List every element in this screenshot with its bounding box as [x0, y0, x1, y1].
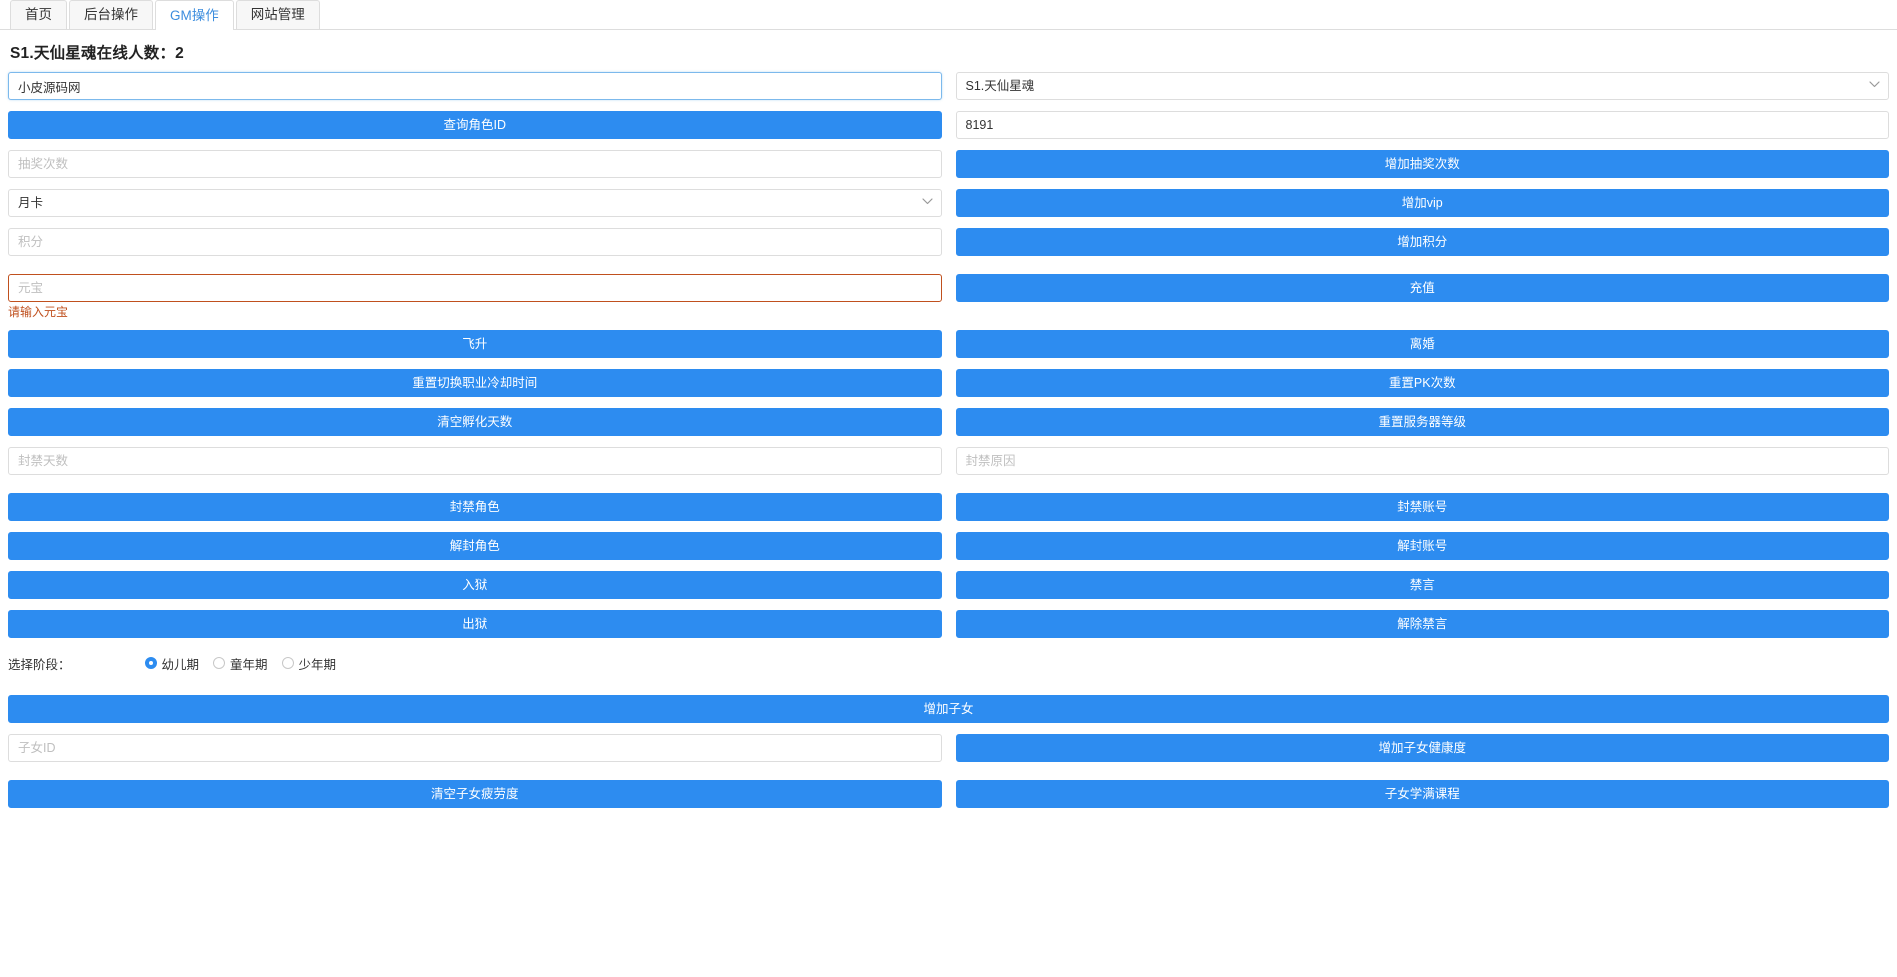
tab-site-management[interactable]: 网站管理 [235, 0, 320, 29]
row-action-clear-incubation-reset-server: 清空孵化天数 重置服务器等级 [8, 408, 1889, 436]
radio-dot-icon [144, 657, 157, 669]
recharge-button[interactable]: 充值 [955, 274, 1889, 302]
add-points-button[interactable]: 增加积分 [955, 228, 1889, 256]
row-query-role-id: 查询角色ID [8, 111, 1889, 139]
row-action-ascend-divorce: 飞升 离婚 [8, 330, 1889, 358]
page-title: S1.天仙星魂在线人数：2 [10, 45, 184, 62]
radio-dot-icon [281, 657, 294, 669]
child-id-input[interactable] [8, 734, 942, 762]
stage-group-label: 选择阶段： [8, 657, 71, 672]
child-full-course-button[interactable]: 子女学满课程 [955, 780, 1889, 808]
row-vip: 月卡 增加vip [8, 189, 1889, 217]
clear-child-fatigue-button[interactable]: 清空子女疲劳度 [8, 780, 942, 808]
add-vip-button[interactable]: 增加vip [955, 189, 1889, 217]
points-input[interactable] [8, 228, 942, 256]
ban-reason-input[interactable] [955, 447, 1889, 475]
mute-button[interactable]: 禁言 [955, 571, 1889, 599]
query-role-id-button[interactable]: 查询角色ID [8, 111, 942, 139]
row-ban-role-account: 封禁角色 封禁账号 [8, 493, 1889, 521]
stage-radio-childhood[interactable]: 童年期 [213, 654, 268, 673]
stage-radio-infant-label: 幼儿期 [161, 657, 200, 672]
row-ban-fields [8, 447, 1889, 475]
row-add-child: 增加子女 [8, 695, 1889, 723]
reset-job-switch-cooldown-button[interactable]: 重置切换职业冷却时间 [8, 369, 942, 397]
unban-role-button[interactable]: 解封角色 [8, 532, 942, 560]
tab-gm-operations[interactable]: GM操作 [155, 0, 234, 30]
lottery-count-input[interactable] [8, 150, 942, 178]
yuanbao-error-message: 请输入元宝 [8, 305, 69, 319]
stage-radio-childhood-label: 童年期 [230, 657, 268, 672]
server-select[interactable]: S1.天仙星魂 [955, 72, 1889, 100]
row-child-fatigue-course: 清空子女疲劳度 子女学满课程 [8, 780, 1889, 808]
ban-role-button[interactable]: 封禁角色 [8, 493, 942, 521]
ban-account-button[interactable]: 封禁账号 [955, 493, 1889, 521]
add-lottery-count-button[interactable]: 增加抽奖次数 [955, 150, 1889, 178]
account-input[interactable] [8, 72, 942, 100]
reset-pk-count-button[interactable]: 重置PK次数 [955, 369, 1889, 397]
add-child-button[interactable]: 增加子女 [8, 695, 1889, 723]
divorce-button[interactable]: 离婚 [955, 330, 1889, 358]
stage-radio-juvenile[interactable]: 少年期 [281, 654, 337, 673]
row-release-unmute: 出狱 解除禁言 [8, 610, 1889, 638]
stage-radio-group: 选择阶段： 幼儿期 童年期 少年期 [8, 649, 1889, 677]
role-id-input[interactable] [955, 111, 1889, 139]
row-action-reset-cooldown-pk: 重置切换职业冷却时间 重置PK次数 [8, 369, 1889, 397]
stage-radio-infant[interactable]: 幼儿期 [144, 654, 200, 673]
tab-backend-operations[interactable]: 后台操作 [69, 0, 153, 29]
row-unban-role-account: 解封角色 解封账号 [8, 532, 1889, 560]
row-lottery-count: 增加抽奖次数 [8, 150, 1889, 178]
ban-days-input[interactable] [8, 447, 942, 475]
ascend-button[interactable]: 飞升 [8, 330, 942, 358]
release-from-jail-button[interactable]: 出狱 [8, 610, 942, 638]
row-child-health: 增加子女健康度 [8, 734, 1889, 762]
gm-operations-panel: S1.天仙星魂在线人数：2 S1.天仙星魂 查询角色ID 增加抽奖次数 [0, 41, 1897, 808]
stage-radio-juvenile-label: 少年期 [298, 657, 337, 672]
unmute-button[interactable]: 解除禁言 [955, 610, 1889, 638]
row-account-server: S1.天仙星魂 [8, 72, 1889, 100]
yuanbao-input[interactable] [8, 274, 942, 302]
row-yuanbao: 请输入元宝 充值 [8, 274, 1889, 319]
tab-home[interactable]: 首页 [10, 0, 67, 29]
clear-incubation-days-button[interactable]: 清空孵化天数 [8, 408, 942, 436]
reset-server-level-button[interactable]: 重置服务器等级 [955, 408, 1889, 436]
radio-dot-icon [213, 657, 226, 669]
unban-account-button[interactable]: 解封账号 [955, 532, 1889, 560]
vip-type-select[interactable]: 月卡 [8, 189, 942, 217]
jail-button[interactable]: 入狱 [8, 571, 942, 599]
add-child-health-button[interactable]: 增加子女健康度 [955, 734, 1889, 762]
row-jail-mute: 入狱 禁言 [8, 571, 1889, 599]
row-points: 增加积分 [8, 228, 1889, 256]
tab-bar: 首页 后台操作 GM操作 网站管理 [0, 0, 1897, 30]
